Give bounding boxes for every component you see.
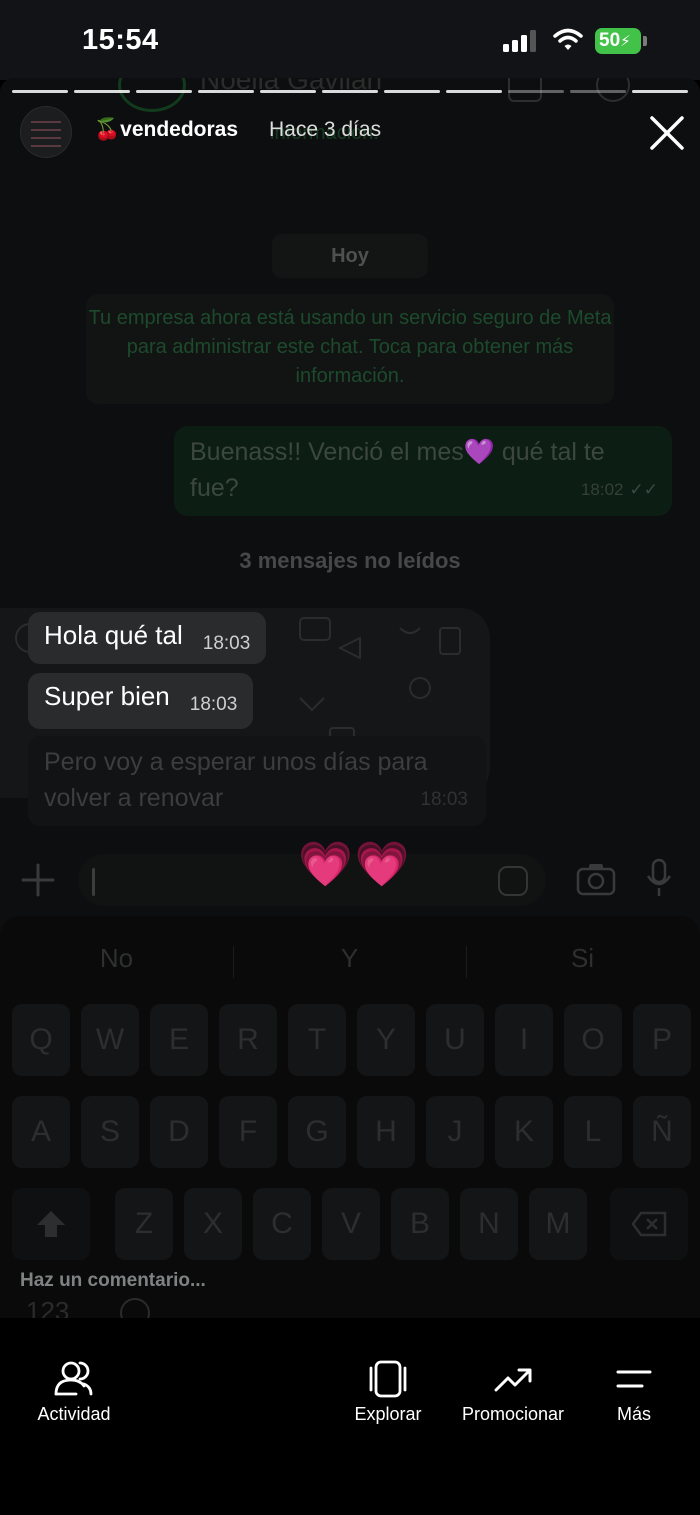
microphone-icon — [646, 858, 672, 896]
nav-label: Explorar — [354, 1404, 422, 1424]
keyboard-background: No Y Si Q W E R T Y U I O P A S D F G H … — [0, 916, 700, 1318]
message-time: 18:03 — [202, 633, 251, 654]
key: Ñ — [633, 1096, 691, 1168]
wifi-icon — [553, 28, 583, 50]
shift-icon — [37, 1211, 65, 1237]
key: M — [529, 1188, 587, 1260]
key: G — [288, 1096, 346, 1168]
story-progress-bar — [12, 90, 688, 94]
sticker-icon — [498, 866, 528, 896]
system-message: Tu empresa ahora está usando un servicio… — [86, 294, 614, 404]
key: N — [460, 1188, 518, 1260]
nav-more[interactable]: Más — [604, 1360, 664, 1425]
unread-separator: 3 mensajes no leídos — [239, 548, 461, 573]
suggestion: Y — [340, 943, 359, 973]
message-text: Hola qué tal — [44, 620, 183, 650]
suggestion: Si — [570, 943, 595, 973]
read-receipt-icon: ✓✓ — [629, 480, 659, 499]
key: Q — [12, 1004, 70, 1076]
key: J — [426, 1096, 484, 1168]
close-icon[interactable] — [648, 114, 686, 152]
suggestion: No — [99, 943, 134, 973]
story-viewer[interactable]: Noelia Gavilan información. 🍒vendedoras … — [0, 78, 700, 1318]
key: C — [253, 1188, 311, 1260]
shift-key — [12, 1188, 90, 1260]
delete-key — [610, 1188, 688, 1260]
numbers-key: 123 — [26, 1296, 70, 1318]
story-header: 🍒vendedoras Hace 3 días — [0, 104, 700, 164]
message-text: Buenass!! Venció el mes💜 qué tal te fue? — [190, 438, 605, 502]
key: W — [81, 1004, 139, 1076]
key: F — [219, 1096, 277, 1168]
comment-input[interactable]: Haz un comentario... — [20, 1270, 206, 1292]
incoming-message: Pero voy a esperar unos días para volver… — [28, 736, 486, 826]
key: Z — [115, 1188, 173, 1260]
key: R — [219, 1004, 277, 1076]
message-time: 18:03 — [420, 789, 468, 810]
incoming-message: Hola qué tal 18:03 — [28, 612, 267, 664]
heart-sticker[interactable]: 💗💗 — [298, 838, 412, 890]
story-timestamp: Hace 3 días — [269, 118, 382, 141]
key: B — [391, 1188, 449, 1260]
plus-icon — [21, 863, 55, 897]
key: X — [184, 1188, 242, 1260]
battery-level: 50 — [599, 30, 621, 51]
key: O — [564, 1004, 622, 1076]
incoming-message: Super bien 18:03 — [28, 673, 254, 729]
trending-up-icon — [494, 1368, 532, 1392]
cellular-signal-icon — [503, 30, 541, 52]
message-text: Pero voy a esperar unos días para volver… — [44, 748, 428, 812]
people-icon — [54, 1361, 93, 1396]
key: T — [288, 1004, 346, 1076]
key: L — [564, 1096, 622, 1168]
key: E — [150, 1004, 208, 1076]
menu-icon — [616, 1370, 652, 1388]
status-bar: 15:54 50⚡ — [0, 0, 700, 80]
story-avatar[interactable] — [20, 106, 72, 158]
key: S — [81, 1096, 139, 1168]
outgoing-message: Buenass!! Venció el mes💜 qué tal te fue?… — [174, 426, 672, 516]
day-separator: Hoy — [272, 234, 428, 278]
key: P — [633, 1004, 691, 1076]
key: Y — [357, 1004, 415, 1076]
key: U — [426, 1004, 484, 1076]
bottom-navigation: Actividad Explorar Promocionar Más — [0, 1318, 700, 1515]
key: V — [322, 1188, 380, 1260]
key: I — [495, 1004, 553, 1076]
message-time: 18:02 — [580, 480, 624, 499]
camera-icon — [576, 864, 616, 896]
key: D — [150, 1096, 208, 1168]
explore-icon — [369, 1360, 407, 1398]
key: A — [12, 1096, 70, 1168]
nav-explore[interactable]: Explorar — [346, 1360, 430, 1425]
key: H — [357, 1096, 415, 1168]
battery-icon: 50⚡ — [595, 28, 647, 54]
nav-promote[interactable]: Promocionar — [456, 1360, 570, 1425]
story-username[interactable]: 🍒vendedoras — [94, 118, 238, 142]
nav-label: Actividad — [37, 1404, 111, 1424]
key: K — [495, 1096, 553, 1168]
backspace-icon — [631, 1211, 667, 1237]
status-time: 15:54 — [82, 24, 159, 56]
nav-activity[interactable]: Actividad — [26, 1360, 122, 1425]
message-text: Super bien — [44, 681, 170, 711]
nav-label: Promocionar — [461, 1404, 565, 1424]
nav-label: Más — [616, 1404, 651, 1424]
message-time: 18:03 — [189, 694, 238, 715]
